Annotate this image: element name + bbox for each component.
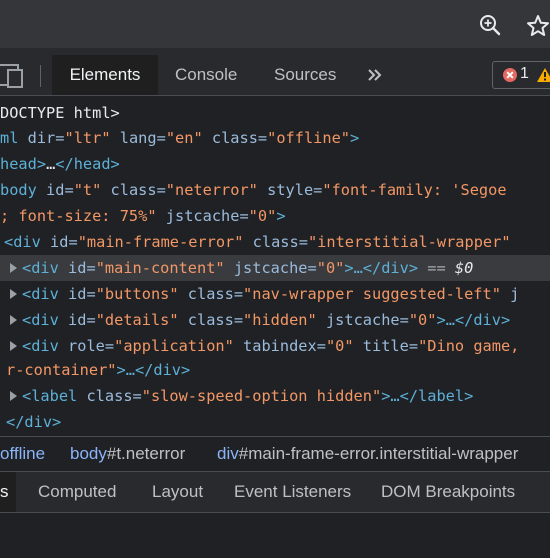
dom-node-div-close[interactable]: </div>	[0, 409, 550, 435]
tab-sources[interactable]: Sources	[274, 55, 336, 95]
tab-elements[interactable]: Elements	[52, 55, 158, 95]
dom-node-doctype[interactable]: DOCTYPE html>	[0, 100, 550, 126]
device-toolbar-icon[interactable]	[0, 63, 28, 89]
devtools-top-separator	[0, 48, 550, 55]
dom-node-application-cont[interactable]: r-container">…</div>	[0, 357, 550, 383]
browser-toolbar	[0, 0, 550, 49]
dom-node-body[interactable]: body id="t" class="neterror" style="font…	[0, 177, 550, 203]
tab-dom-breakpoints[interactable]: DOM Breakpoints	[381, 472, 515, 512]
issues-counter-button[interactable]: 1	[492, 61, 550, 89]
styles-pane-tabs: s Computed Layout Event Listeners DOM Br…	[0, 472, 550, 513]
breadcrumb-item-body[interactable]: body#t.neterror	[70, 444, 185, 464]
expand-triangle-icon[interactable]	[10, 289, 17, 299]
devtools-main-toolbar: Elements Console Sources 1	[0, 55, 550, 96]
dom-node-application[interactable]: <div role="application" tabindex="0" tit…	[0, 333, 550, 359]
dom-node-head[interactable]: head>…</head>	[0, 151, 550, 177]
expand-triangle-icon[interactable]	[10, 263, 17, 273]
styles-filter-area	[0, 513, 550, 558]
dom-node-buttons[interactable]: <div id="buttons" class="nav-wrapper sug…	[0, 281, 550, 307]
bookmark-star-icon[interactable]	[526, 14, 550, 38]
warning-icon	[537, 68, 550, 82]
dom-node-main-content-selected[interactable]: <div id="main-content" jstcache="0">…</d…	[0, 255, 550, 281]
more-tabs-chevron-icon[interactable]	[365, 64, 385, 86]
dom-node-html[interactable]: ml dir="ltr" lang="en" class="offline">	[0, 125, 550, 151]
expand-triangle-icon[interactable]	[10, 391, 17, 401]
dom-node-details[interactable]: <div id="details" class="hidden" jstcach…	[0, 307, 550, 333]
breadcrumb-item-div[interactable]: div#main-frame-error.interstitial-wrappe…	[217, 444, 518, 464]
expand-triangle-icon[interactable]	[10, 341, 17, 351]
breadcrumb-item-html[interactable]: offline	[0, 444, 45, 464]
tab-computed[interactable]: Computed	[38, 472, 116, 512]
tab-console[interactable]: Console	[175, 55, 237, 95]
tab-layout[interactable]: Layout	[152, 472, 203, 512]
dom-node-main-frame-error[interactable]: <div id="main-frame-error" class="inters…	[0, 229, 550, 255]
breadcrumb: offline body#t.neterror div#main-frame-e…	[0, 436, 550, 472]
dom-node-slow-speed-label[interactable]: <label class="slow-speed-option hidden">…	[0, 383, 550, 409]
error-icon	[503, 68, 517, 82]
dom-tree[interactable]: DOCTYPE html> ml dir="ltr" lang="en" cla…	[0, 96, 550, 436]
error-count: 1	[520, 65, 529, 82]
expand-triangle-icon[interactable]	[10, 315, 17, 325]
tab-styles[interactable]: s	[0, 472, 16, 512]
dom-node-body-cont[interactable]: ; font-size: 75%" jstcache="0">	[0, 203, 550, 229]
toolbar-divider	[40, 65, 41, 87]
zoom-in-icon[interactable]	[479, 14, 501, 36]
tab-event-listeners[interactable]: Event Listeners	[234, 472, 351, 512]
